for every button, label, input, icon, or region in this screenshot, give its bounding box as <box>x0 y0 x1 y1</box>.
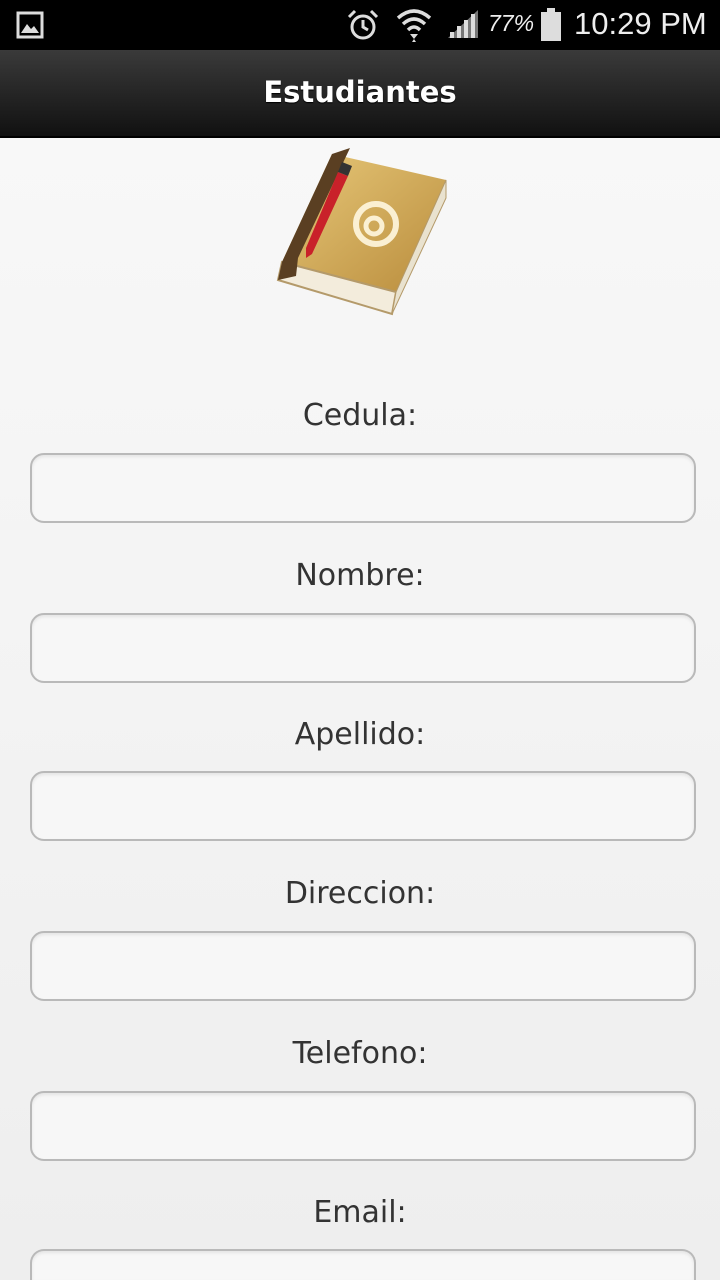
direccion-label: Direccion: <box>284 876 436 911</box>
status-time: 10:29 PM <box>574 6 707 41</box>
battery-icon <box>541 8 561 41</box>
telefono-label: Telefono: <box>292 1036 428 1071</box>
battery-percent: 77% <box>488 10 535 36</box>
signal-icon <box>448 10 478 38</box>
page-title: Estudiantes <box>263 75 457 109</box>
direccion-field[interactable] <box>30 931 696 1001</box>
alarm-icon <box>347 9 379 40</box>
email-label: Email: <box>313 1195 407 1230</box>
email-field[interactable] <box>30 1249 696 1280</box>
telefono-field[interactable] <box>30 1091 696 1161</box>
apellido-label: Apellido: <box>294 717 426 752</box>
gallery-icon <box>16 11 44 39</box>
cedula-field[interactable] <box>30 453 696 523</box>
nombre-label: Nombre: <box>295 558 425 593</box>
cedula-label: Cedula: <box>302 398 418 433</box>
action-bar: Estudiantes <box>0 50 720 138</box>
wifi-icon <box>396 9 432 42</box>
status-bar: 77% 10:29 PM <box>0 0 720 50</box>
apellido-field[interactable] <box>30 771 696 841</box>
address-book-icon <box>276 148 447 316</box>
nombre-field[interactable] <box>30 613 696 683</box>
